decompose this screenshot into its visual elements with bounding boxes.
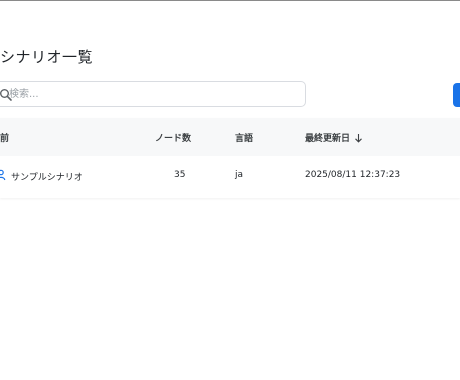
top-divider <box>0 0 460 1</box>
column-header-updated[interactable]: 最終更新日 <box>305 131 363 144</box>
search-box[interactable] <box>0 81 306 107</box>
arrow-down-icon <box>355 133 362 143</box>
row-language: ja <box>235 170 244 180</box>
row-name[interactable]: サンプルシナリオ <box>11 170 83 183</box>
row-updated: 2025/08/11 12:37:23 <box>305 170 401 180</box>
create-scenario-button[interactable] <box>453 83 460 107</box>
column-header-language[interactable]: 言語 <box>235 131 253 144</box>
table-row[interactable]: サンプルシナリオ 35 ja 2025/08/11 12:37:23 <box>0 156 460 196</box>
table-header: 前 ノード数 言語 最終更新日 <box>0 118 460 157</box>
column-header-updated-label: 最終更新日 <box>305 134 351 144</box>
scenario-table: 前 ノード数 言語 最終更新日 サンプルシナリオ 35 ja 2025/08/1… <box>0 118 460 198</box>
row-nodes: 35 <box>174 170 186 180</box>
search-input[interactable] <box>9 84 289 104</box>
page-title: シナリオ一覧 <box>0 48 94 66</box>
column-header-nodes[interactable]: ノード数 <box>155 131 191 144</box>
scenario-icon <box>0 169 6 181</box>
column-header-name[interactable]: 前 <box>0 131 9 144</box>
